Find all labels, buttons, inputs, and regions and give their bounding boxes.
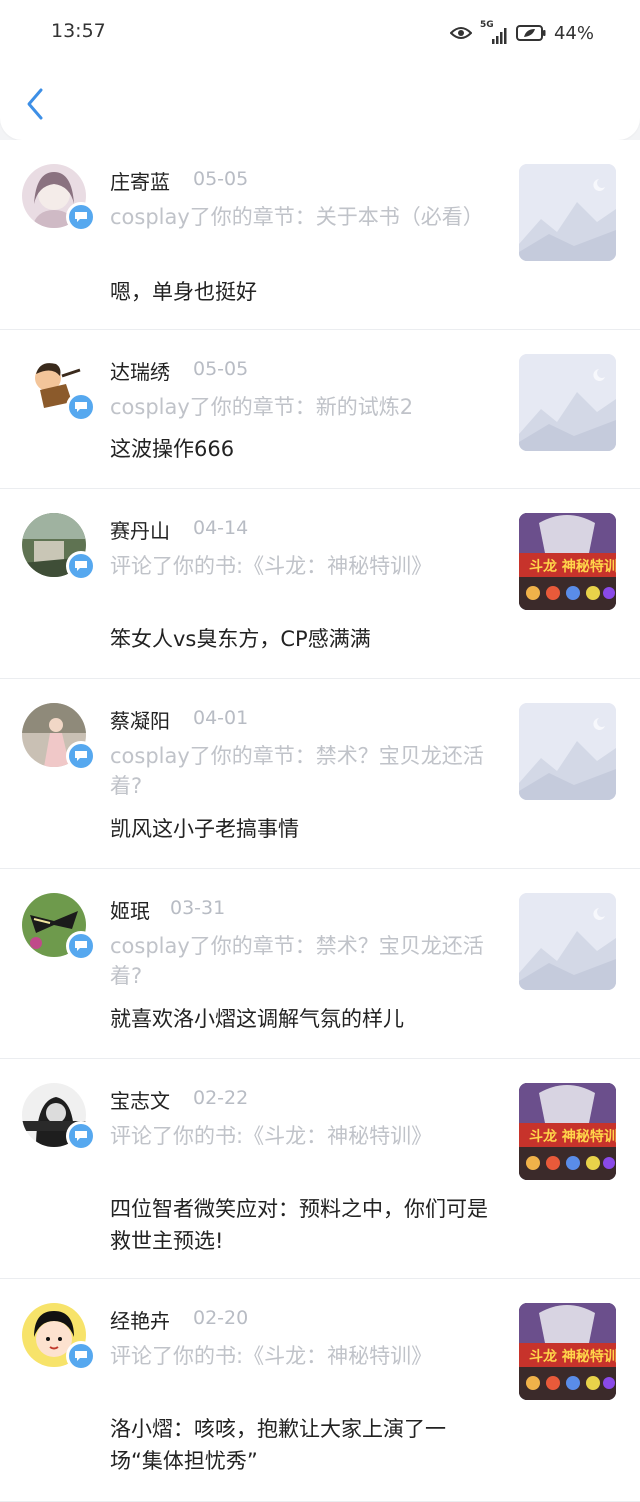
chevron-left-icon: [27, 88, 43, 120]
chat-bubble-icon: [66, 202, 96, 232]
list-item[interactable]: 达瑞绣 05-05 cosplay了你的章节：新的试炼2 这波操作666: [0, 330, 640, 489]
comment-text: 凯风这小子老搞事情: [110, 817, 299, 841]
comment-text: 这波操作666: [110, 437, 235, 461]
battery-icon: [515, 25, 546, 41]
thumbnail-placeholder[interactable]: [519, 703, 616, 800]
user-name[interactable]: 宝志文: [110, 1085, 170, 1114]
timestamp: 05-05: [193, 168, 249, 190]
chat-bubble-icon: [66, 551, 96, 581]
list-item[interactable]: 姬珉 03-31 cosplay了你的章节：禁术？宝贝龙还活着? 就喜欢洛小熠这…: [0, 869, 640, 1059]
chat-bubble-icon: [66, 1341, 96, 1371]
comment-text: 四位智者微笑应对：预料之中，你们可是救世主预选!: [110, 1197, 488, 1253]
timestamp: 02-20: [193, 1307, 249, 1329]
chat-bubble-icon: [66, 1121, 96, 1151]
timestamp: 04-14: [193, 517, 249, 539]
book-cover[interactable]: 斗龙 神秘特训: [519, 1083, 616, 1180]
timestamp: 02-22: [193, 1087, 249, 1109]
svg-text:斗龙 神秘特训: 斗龙 神秘特训: [529, 1348, 616, 1365]
action-text: 评论了你的书:《斗龙：神秘特训》: [110, 1344, 433, 1368]
book-cover[interactable]: 斗龙 神秘特训: [519, 513, 616, 610]
signal-icon: 5G: [480, 20, 508, 44]
thumbnail-placeholder[interactable]: [519, 354, 616, 451]
thumbnail-placeholder[interactable]: [519, 893, 616, 990]
timestamp: 05-05: [193, 358, 249, 380]
user-name[interactable]: 赛丹山: [110, 515, 170, 544]
list-item[interactable]: 经艳卉 02-20 评论了你的书:《斗龙：神秘特训》 洛小熠：咳咳，抱歉让大家上…: [0, 1279, 640, 1502]
list-item[interactable]: 宝志文 02-22 评论了你的书:《斗龙：神秘特训》 四位智者微笑应对：预料之中…: [0, 1059, 640, 1279]
user-name[interactable]: 庄寄蓝: [110, 166, 170, 195]
status-time: 13:57: [51, 20, 106, 42]
svg-text:斗龙 神秘特训: 斗龙 神秘特训: [529, 1128, 616, 1145]
timestamp: 04-01: [193, 707, 249, 729]
list-item[interactable]: 庄寄蓝 05-05 cosplay了你的章节：关于本书（必看） 嗯，单身也挺好: [0, 140, 640, 330]
chat-bubble-icon: [66, 931, 96, 961]
book-cover[interactable]: 斗龙 神秘特训: [519, 1303, 616, 1400]
svg-text:斗龙 神秘特训: 斗龙 神秘特训: [529, 558, 616, 575]
user-name[interactable]: 蔡凝阳: [110, 705, 170, 734]
chat-bubble-icon: [66, 741, 96, 771]
action-text: cosplay了你的章节：禁术？宝贝龙还活着?: [110, 744, 484, 798]
action-text: cosplay了你的章节：禁术？宝贝龙还活着?: [110, 934, 484, 988]
eye-icon: [449, 27, 472, 39]
action-text: 评论了你的书:《斗龙：神秘特训》: [110, 554, 433, 578]
chat-bubble-icon: [66, 392, 96, 422]
comment-text: 嗯，单身也挺好: [110, 280, 257, 304]
comment-text: 就喜欢洛小熠这调解气氛的样儿: [110, 1007, 404, 1031]
comment-text: 笨女人vs臭东方，CP感满满: [110, 627, 371, 651]
battery-percent: 44%: [553, 22, 594, 44]
back-button[interactable]: [18, 82, 52, 126]
action-text: 评论了你的书:《斗龙：神秘特训》: [110, 1124, 433, 1148]
status-icons: 5G 44%: [449, 20, 594, 46]
action-text: cosplay了你的章节：关于本书（必看）: [110, 205, 484, 229]
user-name[interactable]: 姬珉: [110, 895, 150, 924]
thumbnail-placeholder[interactable]: [519, 164, 616, 261]
top-bar: 13:57 5G 44%: [0, 0, 640, 140]
timestamp: 03-31: [170, 897, 226, 919]
list-item[interactable]: 蔡凝阳 04-01 cosplay了你的章节：禁术？宝贝龙还活着? 凯风这小子老…: [0, 679, 640, 869]
comment-text: 洛小熠：咳咳，抱歉让大家上演了一场“集体担忧秀”: [110, 1417, 446, 1473]
list-item[interactable]: 赛丹山 04-14 评论了你的书:《斗龙：神秘特训》 笨女人vs臭东方，CP感满…: [0, 489, 640, 679]
action-text: cosplay了你的章节：新的试炼2: [110, 395, 414, 419]
user-name[interactable]: 经艳卉: [110, 1305, 170, 1334]
user-name[interactable]: 达瑞绣: [110, 356, 170, 385]
